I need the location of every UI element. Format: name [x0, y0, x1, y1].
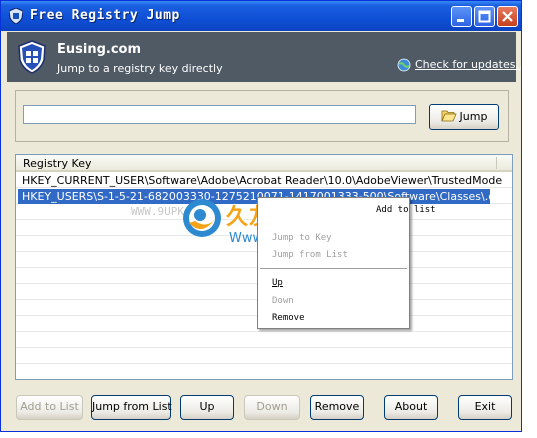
check-updates-link[interactable]: Check for updates...: [415, 58, 521, 71]
title-bar[interactable]: Free Registry Jump: [1, 1, 521, 31]
watermark-logo-icon: [183, 199, 221, 237]
ctx-down[interactable]: Down: [272, 296, 294, 306]
context-menu: Add to list Jump to Key Jump from List U…: [257, 197, 436, 329]
exit-button[interactable]: Exit: [458, 395, 512, 420]
registry-key-input[interactable]: [23, 105, 416, 124]
maximize-icon: [478, 10, 491, 23]
column-separator[interactable]: [496, 157, 497, 169]
app-name: Eusing.com: [57, 42, 142, 57]
down-button[interactable]: Down: [244, 395, 300, 420]
minimize-button[interactable]: [451, 6, 472, 27]
up-button[interactable]: Up: [180, 395, 234, 420]
maximize-button[interactable]: [474, 6, 495, 27]
app-window: Free Registry Jump Eusing.com Jump to a …: [0, 0, 522, 432]
ctx-up[interactable]: Up: [272, 278, 283, 288]
jump-button-label: Jump: [459, 110, 488, 123]
jump-button[interactable]: Jump: [429, 104, 499, 130]
update-globe-icon: [397, 58, 411, 72]
about-button[interactable]: About: [384, 395, 438, 420]
ctx-separator: [260, 268, 407, 269]
registry-shield-icon: [18, 40, 46, 74]
list-header: Registry Key: [16, 155, 512, 172]
minimize-icon: [457, 19, 464, 22]
list-item[interactable]: HKEY_CURRENT_USER\Software\Adobe\Acrobat…: [18, 173, 512, 188]
close-icon: [502, 11, 513, 22]
jump-from-list-button[interactable]: Jump from List: [91, 395, 172, 420]
app-subtitle: Jump to a registry key directly: [57, 62, 223, 75]
remove-button[interactable]: Remove: [310, 395, 364, 420]
add-to-list-button[interactable]: Add to List: [16, 395, 83, 420]
ctx-jump-from-list[interactable]: Jump from List: [272, 250, 348, 260]
app-header-banner: Eusing.com Jump to a registry key direct…: [7, 32, 521, 82]
ctx-remove[interactable]: Remove: [272, 313, 305, 323]
close-button[interactable]: [497, 6, 518, 27]
app-shield-icon: [9, 8, 23, 24]
column-header-registry-key[interactable]: Registry Key: [23, 157, 91, 170]
ctx-add-to-list[interactable]: Add to list: [376, 205, 436, 215]
open-folder-icon: [440, 110, 457, 122]
window-title: Free Registry Jump: [30, 8, 180, 23]
ctx-jump-to-key[interactable]: Jump to Key: [272, 233, 332, 243]
